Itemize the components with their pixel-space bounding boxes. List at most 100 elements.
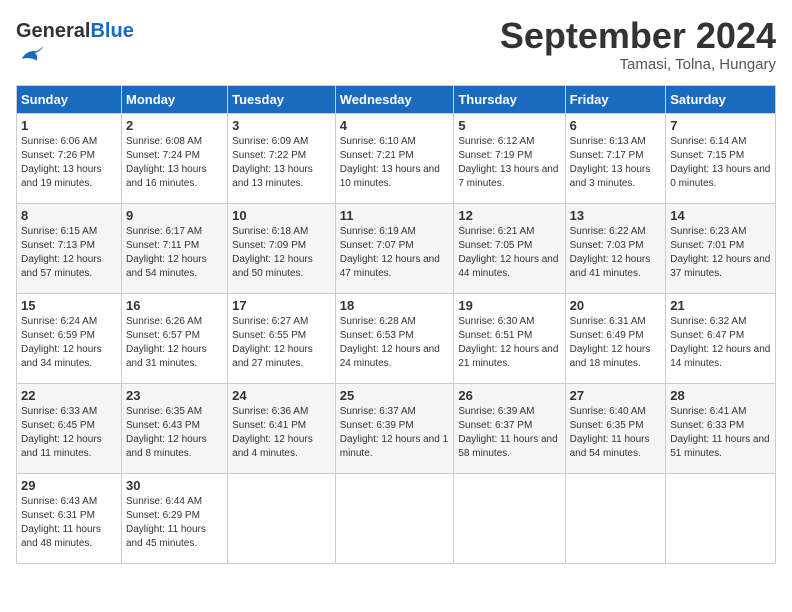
day-number: 19 — [458, 298, 560, 313]
calendar-cell-23: 23 Sunrise: 6:35 AMSunset: 6:43 PMDaylig… — [121, 384, 227, 474]
logo-blue: Blue — [90, 20, 133, 42]
calendar-cell-11: 11 Sunrise: 6:19 AMSunset: 7:07 PMDaylig… — [335, 204, 454, 294]
calendar-cell-12: 12 Sunrise: 6:21 AMSunset: 7:05 PMDaylig… — [454, 204, 565, 294]
day-info: Sunrise: 6:26 AMSunset: 6:57 PMDaylight:… — [126, 316, 207, 369]
calendar-cell-2: 2 Sunrise: 6:08 AMSunset: 7:24 PMDayligh… — [121, 114, 227, 204]
calendar-cell-15: 15 Sunrise: 6:24 AMSunset: 6:59 PMDaylig… — [17, 294, 122, 384]
calendar-cell-27: 27 Sunrise: 6:40 AMSunset: 6:35 PMDaylig… — [565, 384, 666, 474]
day-info: Sunrise: 6:18 AMSunset: 7:09 PMDaylight:… — [232, 226, 313, 279]
day-number: 22 — [21, 388, 117, 403]
calendar-cell-16: 16 Sunrise: 6:26 AMSunset: 6:57 PMDaylig… — [121, 294, 227, 384]
day-info: Sunrise: 6:06 AMSunset: 7:26 PMDaylight:… — [21, 136, 102, 189]
header-wednesday: Wednesday — [335, 86, 454, 114]
day-number: 12 — [458, 208, 560, 223]
day-number: 20 — [570, 298, 662, 313]
calendar-cell-20: 20 Sunrise: 6:31 AMSunset: 6:49 PMDaylig… — [565, 294, 666, 384]
day-number: 14 — [670, 208, 771, 223]
day-number: 10 — [232, 208, 331, 223]
calendar-cell-18: 18 Sunrise: 6:28 AMSunset: 6:53 PMDaylig… — [335, 294, 454, 384]
day-info: Sunrise: 6:28 AMSunset: 6:53 PMDaylight:… — [340, 316, 440, 369]
day-info: Sunrise: 6:35 AMSunset: 6:43 PMDaylight:… — [126, 406, 207, 459]
day-info: Sunrise: 6:43 AMSunset: 6:31 PMDaylight:… — [21, 496, 101, 549]
calendar-cell-30: 30 Sunrise: 6:44 AMSunset: 6:29 PMDaylig… — [121, 474, 227, 564]
day-number: 7 — [670, 118, 771, 133]
day-number: 23 — [126, 388, 223, 403]
calendar-cell-7: 7 Sunrise: 6:14 AMSunset: 7:15 PMDayligh… — [666, 114, 776, 204]
calendar-cell-29: 29 Sunrise: 6:43 AMSunset: 6:31 PMDaylig… — [17, 474, 122, 564]
day-number: 4 — [340, 118, 450, 133]
day-number: 18 — [340, 298, 450, 313]
day-info: Sunrise: 6:41 AMSunset: 6:33 PMDaylight:… — [670, 406, 769, 459]
calendar-cell-10: 10 Sunrise: 6:18 AMSunset: 7:09 PMDaylig… — [228, 204, 336, 294]
calendar-row: 29 Sunrise: 6:43 AMSunset: 6:31 PMDaylig… — [17, 474, 776, 564]
day-number: 26 — [458, 388, 560, 403]
calendar-cell-13: 13 Sunrise: 6:22 AMSunset: 7:03 PMDaylig… — [565, 204, 666, 294]
day-number: 2 — [126, 118, 223, 133]
calendar-row: 1 Sunrise: 6:06 AMSunset: 7:26 PMDayligh… — [17, 114, 776, 204]
day-info: Sunrise: 6:10 AMSunset: 7:21 PMDaylight:… — [340, 136, 440, 189]
day-number: 6 — [570, 118, 662, 133]
day-info: Sunrise: 6:30 AMSunset: 6:51 PMDaylight:… — [458, 316, 558, 369]
calendar-cell-17: 17 Sunrise: 6:27 AMSunset: 6:55 PMDaylig… — [228, 294, 336, 384]
day-number: 15 — [21, 298, 117, 313]
location-subtitle: Tamasi, Tolna, Hungary — [500, 56, 776, 73]
day-info: Sunrise: 6:31 AMSunset: 6:49 PMDaylight:… — [570, 316, 651, 369]
logo: GeneralBlue — [16, 20, 134, 75]
day-info: Sunrise: 6:40 AMSunset: 6:35 PMDaylight:… — [570, 406, 650, 459]
day-number: 25 — [340, 388, 450, 403]
day-number: 16 — [126, 298, 223, 313]
day-number: 5 — [458, 118, 560, 133]
calendar-row: 22 Sunrise: 6:33 AMSunset: 6:45 PMDaylig… — [17, 384, 776, 474]
day-number: 11 — [340, 208, 450, 223]
day-info: Sunrise: 6:22 AMSunset: 7:03 PMDaylight:… — [570, 226, 651, 279]
day-info: Sunrise: 6:39 AMSunset: 6:37 PMDaylight:… — [458, 406, 557, 459]
calendar-cell-5: 5 Sunrise: 6:12 AMSunset: 7:19 PMDayligh… — [454, 114, 565, 204]
calendar-cell-3: 3 Sunrise: 6:09 AMSunset: 7:22 PMDayligh… — [228, 114, 336, 204]
day-info: Sunrise: 6:08 AMSunset: 7:24 PMDaylight:… — [126, 136, 207, 189]
empty-cell — [565, 474, 666, 564]
title-block: September 2024 Tamasi, Tolna, Hungary — [500, 16, 776, 73]
calendar-cell-28: 28 Sunrise: 6:41 AMSunset: 6:33 PMDaylig… — [666, 384, 776, 474]
header-friday: Friday — [565, 86, 666, 114]
day-info: Sunrise: 6:33 AMSunset: 6:45 PMDaylight:… — [21, 406, 102, 459]
calendar-cell-8: 8 Sunrise: 6:15 AMSunset: 7:13 PMDayligh… — [17, 204, 122, 294]
calendar-cell-24: 24 Sunrise: 6:36 AMSunset: 6:41 PMDaylig… — [228, 384, 336, 474]
header-sunday: Sunday — [17, 86, 122, 114]
day-number: 24 — [232, 388, 331, 403]
calendar-cell-21: 21 Sunrise: 6:32 AMSunset: 6:47 PMDaylig… — [666, 294, 776, 384]
header-thursday: Thursday — [454, 86, 565, 114]
empty-cell — [335, 474, 454, 564]
day-number: 29 — [21, 478, 117, 493]
day-info: Sunrise: 6:15 AMSunset: 7:13 PMDaylight:… — [21, 226, 102, 279]
day-info: Sunrise: 6:37 AMSunset: 6:39 PMDaylight:… — [340, 406, 448, 459]
day-number: 13 — [570, 208, 662, 223]
day-number: 9 — [126, 208, 223, 223]
day-info: Sunrise: 6:13 AMSunset: 7:17 PMDaylight:… — [570, 136, 651, 189]
calendar-cell-22: 22 Sunrise: 6:33 AMSunset: 6:45 PMDaylig… — [17, 384, 122, 474]
day-number: 3 — [232, 118, 331, 133]
day-number: 8 — [21, 208, 117, 223]
day-info: Sunrise: 6:14 AMSunset: 7:15 PMDaylight:… — [670, 136, 770, 189]
day-info: Sunrise: 6:32 AMSunset: 6:47 PMDaylight:… — [670, 316, 770, 369]
calendar-cell-26: 26 Sunrise: 6:39 AMSunset: 6:37 PMDaylig… — [454, 384, 565, 474]
calendar-row: 8 Sunrise: 6:15 AMSunset: 7:13 PMDayligh… — [17, 204, 776, 294]
day-number: 30 — [126, 478, 223, 493]
calendar-cell-4: 4 Sunrise: 6:10 AMSunset: 7:21 PMDayligh… — [335, 114, 454, 204]
empty-cell — [228, 474, 336, 564]
header-saturday: Saturday — [666, 86, 776, 114]
day-info: Sunrise: 6:17 AMSunset: 7:11 PMDaylight:… — [126, 226, 207, 279]
month-title: September 2024 — [500, 16, 776, 56]
day-number: 28 — [670, 388, 771, 403]
header-row: Sunday Monday Tuesday Wednesday Thursday… — [17, 86, 776, 114]
day-info: Sunrise: 6:19 AMSunset: 7:07 PMDaylight:… — [340, 226, 440, 279]
calendar-row: 15 Sunrise: 6:24 AMSunset: 6:59 PMDaylig… — [17, 294, 776, 384]
day-info: Sunrise: 6:24 AMSunset: 6:59 PMDaylight:… — [21, 316, 102, 369]
calendar-cell-1: 1 Sunrise: 6:06 AMSunset: 7:26 PMDayligh… — [17, 114, 122, 204]
day-number: 27 — [570, 388, 662, 403]
day-number: 17 — [232, 298, 331, 313]
header-monday: Monday — [121, 86, 227, 114]
calendar-cell-6: 6 Sunrise: 6:13 AMSunset: 7:17 PMDayligh… — [565, 114, 666, 204]
calendar-cell-25: 25 Sunrise: 6:37 AMSunset: 6:39 PMDaylig… — [335, 384, 454, 474]
day-info: Sunrise: 6:12 AMSunset: 7:19 PMDaylight:… — [458, 136, 558, 189]
day-info: Sunrise: 6:09 AMSunset: 7:22 PMDaylight:… — [232, 136, 313, 189]
